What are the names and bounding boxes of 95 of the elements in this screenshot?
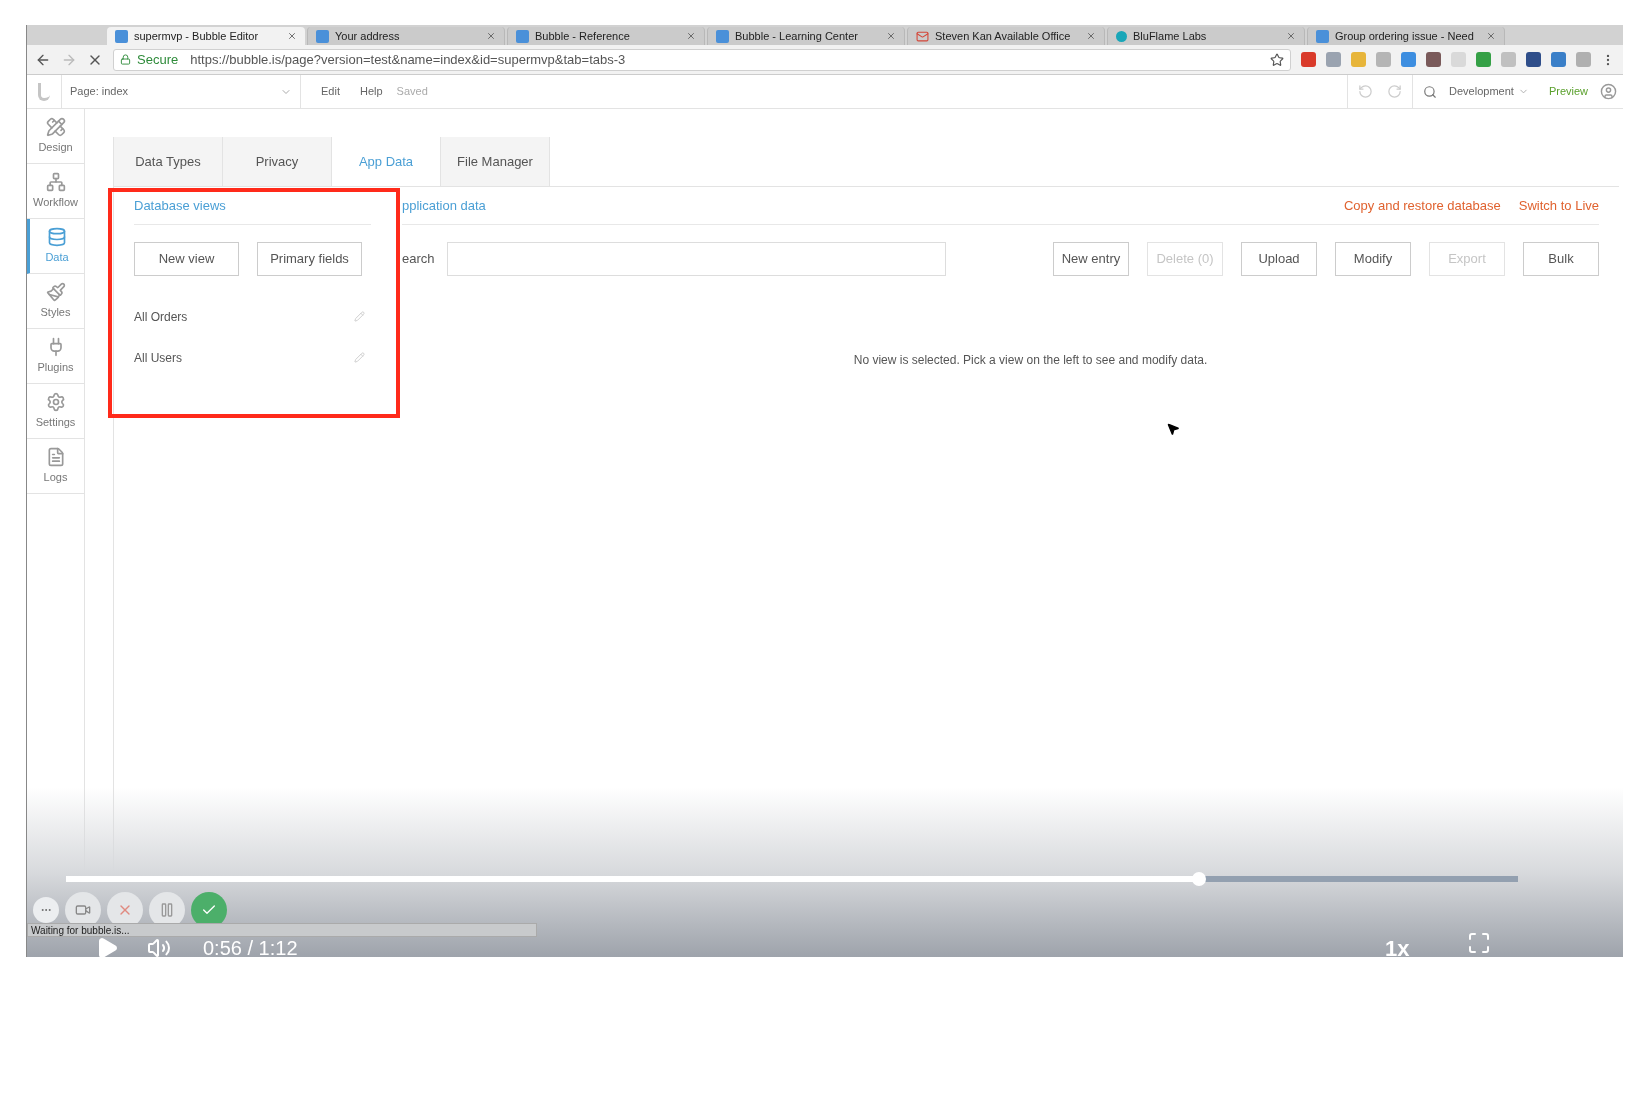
browser-tab[interactable]: Group ordering issue - Need (1307, 27, 1505, 45)
sidebar-item[interactable]: Design (27, 109, 84, 164)
mail-icon (916, 29, 929, 43)
undo-icon[interactable] (1358, 84, 1374, 99)
view-button[interactable]: New view (134, 242, 239, 276)
view-list-item[interactable]: All Users (134, 337, 371, 378)
tools-icon (45, 116, 66, 137)
pencil-icon[interactable] (354, 311, 365, 322)
extension-icon[interactable] (1426, 52, 1441, 67)
progress-thumb[interactable] (1191, 872, 1206, 886)
user-icon[interactable] (1600, 83, 1617, 100)
logo-icon[interactable] (38, 82, 50, 101)
browser-tab[interactable]: Steven Kan Available Office (907, 27, 1105, 45)
action-button[interactable]: Modify (1335, 242, 1411, 276)
tab-title: Bubble - Reference (535, 28, 631, 44)
sidebar-item[interactable]: Settings (27, 384, 84, 439)
close-icon[interactable] (886, 31, 896, 41)
view-button[interactable]: Primary fields (257, 242, 362, 276)
view-list-item[interactable]: All Orders (134, 296, 371, 337)
close-icon[interactable] (486, 31, 496, 41)
action-button[interactable]: Bulk (1523, 242, 1599, 276)
settings-icon (45, 391, 66, 412)
tab-favicon-icon (716, 29, 729, 43)
tab-title: supermvp - Bubble Editor (134, 28, 260, 44)
tab-title: Bubble - Learning Center (735, 28, 859, 44)
close-icon[interactable] (1086, 31, 1096, 41)
extension-icon[interactable] (1551, 52, 1566, 67)
sidebar-item[interactable]: Logs (27, 439, 84, 494)
redo-icon[interactable] (1387, 84, 1403, 99)
pause-icon (159, 902, 175, 918)
extension-icon[interactable] (1376, 52, 1391, 67)
extension-icon[interactable] (1576, 52, 1591, 67)
progress-track[interactable] (66, 876, 1518, 882)
tab-favicon-icon (1116, 30, 1127, 42)
mouse-cursor-icon (1166, 422, 1180, 436)
lock-icon (120, 54, 131, 65)
extension-icon[interactable] (1501, 52, 1516, 67)
camera-icon (75, 902, 91, 918)
video-time: 0:56 / 1:12 (203, 936, 298, 957)
tab-title: Group ordering issue - Need (1335, 28, 1475, 44)
fullscreen-icon[interactable] (1467, 931, 1491, 955)
url-text: https://bubble.is/page?version=test&name=index&id=supermvp&tab=tabs-3 (190, 50, 626, 69)
secure-label: Secure (137, 50, 179, 69)
search-label: earch (402, 250, 436, 269)
tab-favicon-icon (516, 29, 529, 43)
browser-tab[interactable]: Bubble - Learning Center (707, 27, 905, 45)
extension-icon[interactable] (1401, 52, 1416, 67)
copy-restore-link[interactable]: Copy and restore database (1343, 195, 1501, 216)
database-icon (47, 226, 67, 247)
close-icon[interactable] (686, 31, 696, 41)
save-status: Saved (396, 84, 428, 100)
tab-favicon-icon (316, 29, 329, 43)
bookmark-star-icon[interactable] (1270, 52, 1284, 67)
tab-title: BluFlame Labs (1133, 28, 1208, 44)
volume-icon[interactable] (147, 936, 171, 957)
address-field[interactable]: Secure https://bubble.is/page?version=test&name=index&id=supermvp&tab=tabs-3 (113, 48, 1291, 71)
tab[interactable]: Privacy (223, 137, 332, 186)
empty-state-message: No view is selected. Pick a view on the left to see and modify data. (853, 352, 1208, 369)
tab-title: Your address (335, 28, 401, 44)
extension-icon[interactable] (1526, 52, 1541, 67)
switch-live-link[interactable]: Switch to Live (1518, 195, 1599, 216)
hierarchy-icon (45, 171, 66, 192)
menu-item[interactable]: Help (359, 83, 383, 100)
action-button[interactable]: New entry (1053, 242, 1129, 276)
pencil-icon[interactable] (354, 352, 365, 363)
extension-icon[interactable] (1351, 52, 1366, 67)
environment-dropdown[interactable]: Development (1449, 83, 1529, 100)
browser-tab[interactable]: Bubble - Reference (507, 27, 705, 45)
extension-icon[interactable] (1326, 52, 1341, 67)
status-bar: Waiting for bubble.is... (27, 923, 537, 937)
extension-icon[interactable] (1451, 52, 1466, 67)
more-button[interactable] (33, 897, 59, 923)
menu-item[interactable]: Edit (321, 83, 340, 100)
sidebar-item[interactable]: Workflow (27, 164, 84, 219)
page-dropdown[interactable]: Page: index (61, 75, 301, 108)
sidebar-item[interactable]: Styles (27, 274, 84, 329)
close-icon[interactable] (287, 31, 297, 41)
tab[interactable]: Data Types (114, 137, 223, 186)
brush-icon (45, 281, 66, 302)
search-icon[interactable] (1423, 84, 1438, 99)
browser-tab[interactable]: Your address (307, 27, 505, 45)
close-icon[interactable] (1286, 31, 1296, 41)
preview-link[interactable]: Preview (1548, 83, 1588, 100)
action-button[interactable]: Upload (1241, 242, 1317, 276)
tab[interactable]: File Manager (441, 137, 550, 186)
browser-tab[interactable]: supermvp - Bubble Editor (107, 27, 305, 45)
tab-title: Steven Kan Available Office (935, 28, 1072, 44)
extension-icon[interactable] (1476, 52, 1491, 67)
search-field[interactable] (447, 242, 946, 276)
tab-favicon-icon (115, 29, 128, 43)
tab-favicon-icon (1316, 29, 1329, 43)
close-icon[interactable] (1486, 31, 1496, 41)
browser-tab[interactable]: BluFlame Labs (1107, 27, 1305, 45)
extension-icon[interactable] (1301, 52, 1316, 67)
sidebar-item[interactable]: Plugins (27, 329, 84, 384)
